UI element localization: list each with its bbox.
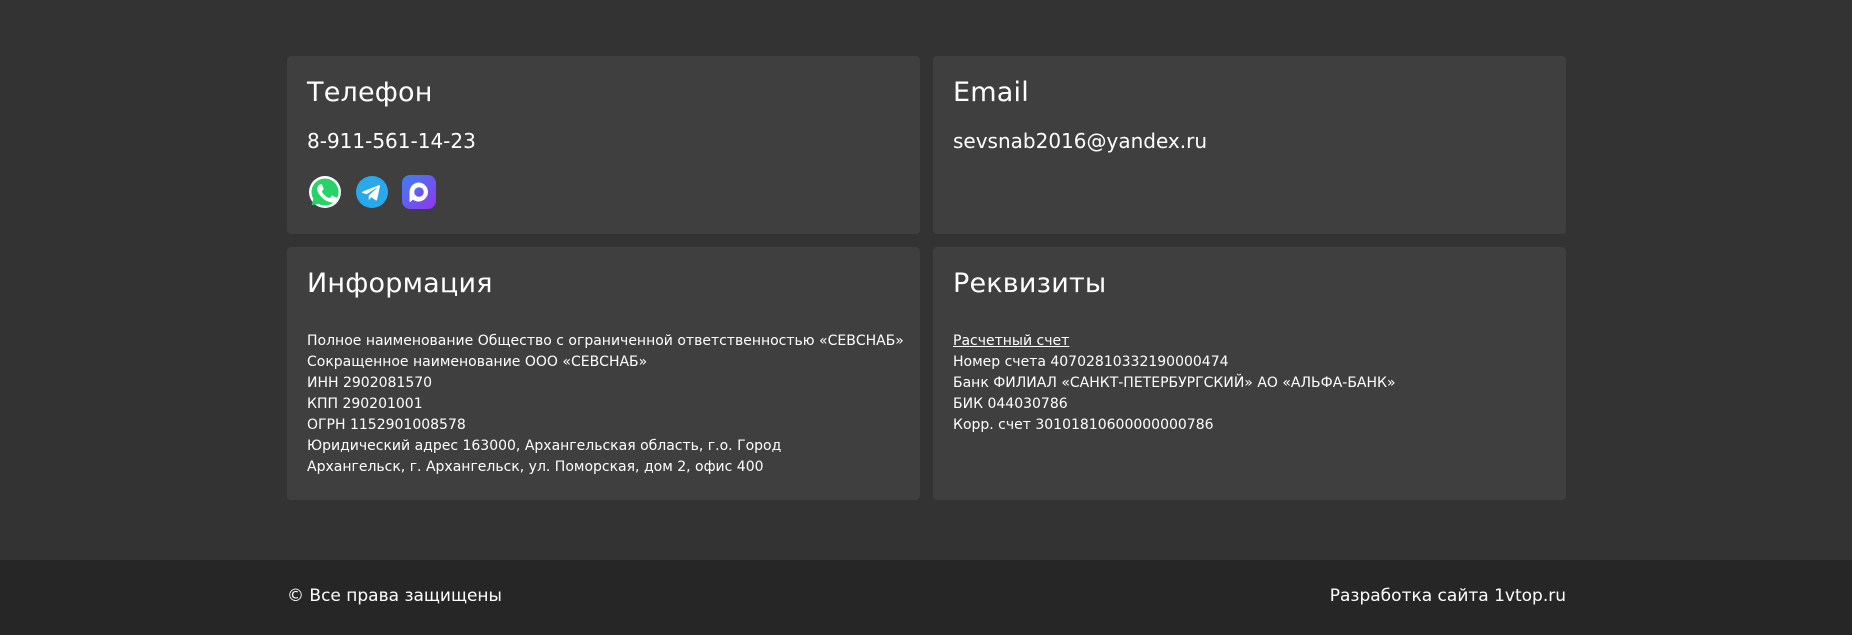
messenger-links [307,174,900,210]
kpp-line: КПП 290201001 [307,396,423,412]
legal-address-line: Юридический адрес 163000, Архангельская … [307,438,782,475]
max-messenger-icon[interactable] [401,174,437,210]
whatsapp-icon[interactable] [307,174,343,210]
corr-account-line: Корр. счет 30101810600000000786 [953,417,1214,433]
current-account-link[interactable]: Расчетный счет [953,333,1069,349]
phone-number[interactable]: 8-911-561-14-23 [307,131,900,151]
bank-details: Расчетный счет Номер счета 4070281033219… [953,331,1546,436]
bik-line: БИК 044030786 [953,396,1068,412]
info-card-title: Информация [307,268,493,299]
copyright-text: © Все права защищены [287,586,502,606]
footer: © Все права защищены Разработка сайта 1v… [0,560,1852,635]
requisites-card: Реквизиты Расчетный счет Номер счета 407… [933,247,1566,500]
bank-name-line: Банк ФИЛИАЛ «САНКТ-ПЕТЕРБУРГСКИЙ» АО «АЛ… [953,375,1396,391]
full-name-line: Полное наименование Общество с ограничен… [307,333,904,349]
requisites-card-title: Реквизиты [953,268,1107,299]
email-address[interactable]: sevsnab2016@yandex.ru [953,131,1546,151]
info-card: Информация Полное наименование Общество … [287,247,920,500]
phone-card: Телефон 8-911-561-14-23 [287,56,920,234]
phone-card-title: Телефон [307,77,433,108]
email-card: Email sevsnab2016@yandex.ru [933,56,1566,234]
short-name-line: Сокращенное наименование ООО «СЕВСНАБ» [307,354,648,370]
company-details: Полное наименование Общество с ограничен… [307,331,904,478]
contacts-section: Телефон 8-911-561-14-23 Email sevsnab201… [0,0,1852,560]
telegram-icon[interactable] [354,174,390,210]
ogrn-line: ОГРН 1152901008578 [307,417,466,433]
email-card-title: Email [953,77,1029,108]
inn-line: ИНН 2902081570 [307,375,433,391]
account-number-line: Номер счета 40702810332190000474 [953,354,1229,370]
developer-link[interactable]: Разработка сайта 1vtop.ru [1330,588,1566,605]
